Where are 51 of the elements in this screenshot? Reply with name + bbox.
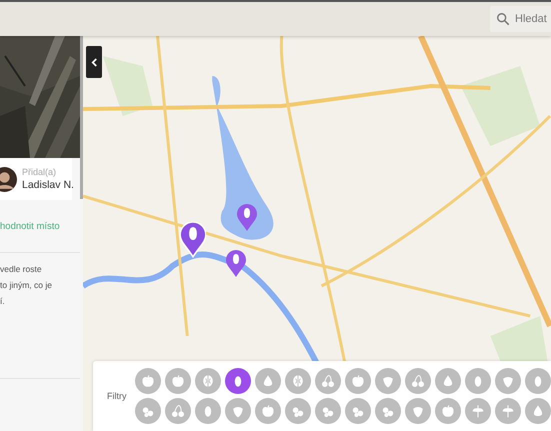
- filter-button[interactable]: [434, 398, 460, 424]
- cherry-icon: [410, 373, 426, 389]
- filter-button[interactable]: [164, 398, 190, 424]
- filter-button[interactable]: [284, 398, 310, 424]
- filter-button[interactable]: [344, 368, 370, 394]
- description-text: í.: [0, 295, 6, 308]
- filter-button[interactable]: [494, 398, 520, 424]
- apple-icon: [260, 403, 276, 419]
- filter-button[interactable]: [314, 398, 340, 424]
- description-text: vedle roste: [0, 263, 43, 276]
- author-name: Ladislav N.: [22, 179, 74, 192]
- author-label: Přidal(a): [22, 166, 58, 179]
- chevron-left-icon: [90, 58, 98, 66]
- scrollbar[interactable]: [80, 36, 83, 199]
- filter-button[interactable]: [254, 398, 280, 424]
- filter-button[interactable]: [224, 398, 250, 424]
- filter-button[interactable]: [374, 368, 400, 394]
- filter-button[interactable]: [314, 368, 340, 394]
- apple-icon: [350, 373, 366, 389]
- filter-button[interactable]: [194, 398, 220, 424]
- filter-button[interactable]: [254, 368, 280, 394]
- collapse-button[interactable]: [86, 46, 102, 78]
- filter-button[interactable]: [134, 398, 160, 424]
- filter-button[interactable]: [134, 368, 160, 394]
- filter-button[interactable]: [464, 368, 490, 394]
- apple-icon: [440, 403, 456, 419]
- cherry-icon: [320, 373, 336, 389]
- filter-button[interactable]: [404, 368, 430, 394]
- filter-button[interactable]: [524, 368, 550, 394]
- filter-button[interactable]: [164, 368, 190, 394]
- map-pin[interactable]: [226, 250, 246, 278]
- apple-icon: [140, 373, 156, 389]
- filter-label: Filtry: [107, 391, 126, 401]
- apple-icon: [170, 373, 186, 389]
- search-field[interactable]: Hledat: [490, 6, 551, 32]
- filter-button[interactable]: [224, 368, 250, 394]
- filter-button[interactable]: [464, 398, 490, 424]
- filter-button[interactable]: [494, 368, 520, 394]
- filter-button[interactable]: [524, 398, 550, 424]
- filter-button[interactable]: [284, 368, 310, 394]
- filter-button[interactable]: [194, 368, 220, 394]
- filter-button[interactable]: [404, 398, 430, 424]
- cherry-icon: [170, 403, 186, 419]
- map-pin[interactable]: [237, 204, 257, 232]
- description-text: to jiným, co je: [0, 279, 53, 292]
- filter-button[interactable]: [374, 398, 400, 424]
- filter-button[interactable]: [344, 398, 370, 424]
- filter-button[interactable]: [434, 368, 460, 394]
- map-pin[interactable]: [180, 222, 206, 258]
- rate-link[interactable]: hodnotit místo: [0, 220, 60, 232]
- search-icon: [496, 12, 510, 26]
